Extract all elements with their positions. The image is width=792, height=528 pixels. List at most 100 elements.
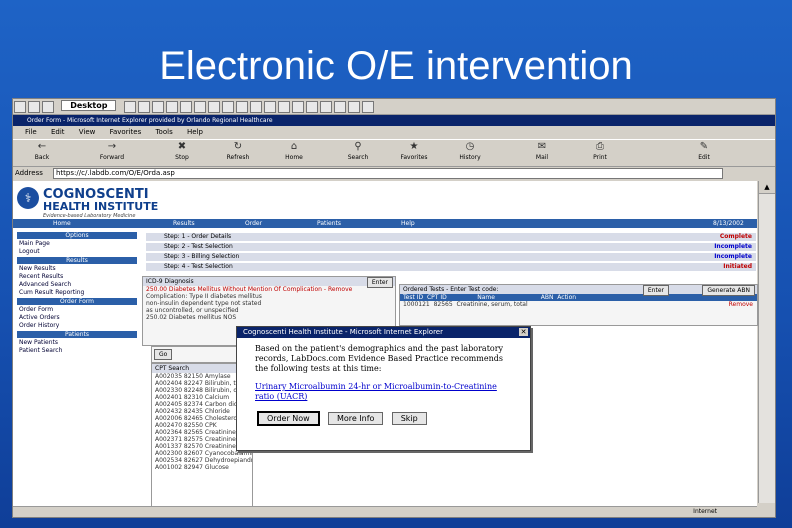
- scroll-up-icon[interactable]: ▲: [759, 181, 775, 194]
- app-icon[interactable]: [319, 101, 332, 113]
- print-icon: ⎙: [596, 141, 604, 152]
- favorites-button[interactable]: ★ Favorites: [397, 141, 431, 162]
- vertical-scrollbar[interactable]: ▲: [758, 181, 775, 503]
- sidebar-item-cum-result[interactable]: Cum Result Reporting: [13, 289, 141, 297]
- nav-results[interactable]: Results: [173, 219, 195, 228]
- sidebar-section-options: Options: [17, 232, 137, 239]
- back-arrow-icon: ←: [37, 141, 47, 152]
- site-logo[interactable]: ⚕ COGNOSCENTI HEALTH INSTITUTE Evidence-…: [17, 187, 317, 219]
- menu-bar: File Edit View Favorites Tools Help: [13, 127, 775, 138]
- sidebar-item-new-patients[interactable]: New Patients: [13, 339, 141, 347]
- search-button[interactable]: ⚲ Search: [341, 141, 375, 162]
- home-icon: ⌂: [290, 141, 298, 152]
- recommended-test-link[interactable]: Urinary Microalbumin 24-hr or Microalbum…: [237, 374, 530, 402]
- dx-line[interactable]: 250.00 Diabetes Mellitus Without Mention…: [143, 286, 395, 293]
- app-icon[interactable]: [361, 101, 374, 113]
- sidebar-item-advanced-search[interactable]: Advanced Search: [13, 281, 141, 289]
- folder-icon[interactable]: [28, 101, 40, 113]
- desktop-button[interactable]: Desktop: [61, 100, 117, 111]
- step-row[interactable]: Step: 3 - Billing Selection Incomplete: [146, 253, 756, 261]
- app-icon[interactable]: [207, 101, 220, 113]
- app-icon[interactable]: [179, 101, 192, 113]
- sidebar-item-new-results[interactable]: New Results: [13, 265, 141, 273]
- stop-icon: ✖: [177, 141, 187, 152]
- app-icon[interactable]: [151, 101, 164, 113]
- app-icon[interactable]: [333, 101, 346, 113]
- close-icon[interactable]: ✕: [519, 328, 528, 336]
- nav-order[interactable]: Order: [245, 219, 262, 228]
- edit-button[interactable]: ✎ Edit: [687, 142, 721, 162]
- forward-arrow-icon: →: [107, 141, 117, 152]
- app-icon[interactable]: [221, 101, 234, 113]
- menu-help[interactable]: Help: [187, 128, 203, 136]
- skip-button[interactable]: Skip: [391, 412, 427, 425]
- sidebar-item-patient-search[interactable]: Patient Search: [13, 347, 141, 355]
- nav-home[interactable]: Home: [53, 219, 71, 228]
- order-steps: Step: 1 - Order Details Complete Step: 2 …: [146, 233, 756, 273]
- print-button[interactable]: ⎙ Print: [583, 141, 617, 162]
- app-icon[interactable]: [235, 101, 248, 113]
- step-row[interactable]: Step: 2 - Test Selection Incomplete: [146, 243, 756, 251]
- app-icon[interactable]: [263, 101, 276, 113]
- windows-taskbar: Desktop: [13, 99, 775, 115]
- app-icon[interactable]: [137, 101, 150, 113]
- start-icon[interactable]: [14, 101, 26, 113]
- list-item[interactable]: A001002 82947 Glucose: [152, 464, 252, 471]
- nav-help[interactable]: Help: [401, 219, 415, 228]
- dx-line: as uncontrolled, or unspecified: [146, 307, 239, 314]
- status-bar: Internet: [13, 506, 757, 517]
- sidebar-item-logout[interactable]: Logout: [13, 248, 141, 256]
- cpt-search-box: Go: [151, 346, 249, 363]
- app-icon[interactable]: [305, 101, 318, 113]
- app-icon[interactable]: [291, 101, 304, 113]
- sidebar-item-active-orders[interactable]: Active Orders: [13, 314, 141, 322]
- app-icon[interactable]: [249, 101, 262, 113]
- sidebar-item-recent-results[interactable]: Recent Results: [13, 273, 141, 281]
- app-icon[interactable]: [193, 101, 206, 113]
- generate-abn-button[interactable]: Generate ABN: [702, 285, 755, 296]
- back-button[interactable]: ← Back: [25, 141, 59, 162]
- home-button[interactable]: ⌂ Home: [277, 141, 311, 162]
- site-nav: Home Results Order Patients Help 8/13/20…: [13, 219, 757, 228]
- address-label: Address: [15, 169, 43, 177]
- ordered-tests-panel: Ordered Tests - Enter Test code: Enter G…: [399, 284, 758, 326]
- forward-button[interactable]: → Forward: [95, 141, 129, 162]
- sidebar-item-order-form[interactable]: Order Form: [13, 306, 141, 314]
- refresh-button[interactable]: ↻ Refresh: [221, 142, 255, 162]
- app-icon[interactable]: [123, 101, 136, 113]
- left-sidebar: Options Main Page Logout Results New Res…: [13, 231, 141, 501]
- dx-line: 250.02 Diabetes mellitus NOS: [146, 314, 237, 321]
- step-row[interactable]: Step: 4 - Test Selection Initiated: [146, 263, 756, 271]
- app-icon[interactable]: [277, 101, 290, 113]
- sidebar-section-patients: Patients: [17, 331, 137, 338]
- dialog-buttons: Order Now More Info Skip: [257, 411, 433, 426]
- address-input[interactable]: https://c/.labdb.com/O/E/Orda.asp: [53, 168, 723, 179]
- test-enter-button[interactable]: Enter: [642, 285, 669, 296]
- menu-file[interactable]: File: [25, 128, 37, 136]
- search-icon: ⚲: [354, 141, 362, 152]
- favorites-icon: ★: [409, 141, 419, 152]
- app-icon[interactable]: [165, 101, 178, 113]
- history-button[interactable]: ◷ History: [453, 142, 487, 162]
- app-icon[interactable]: [42, 101, 54, 113]
- menu-tools[interactable]: Tools: [155, 128, 172, 136]
- sidebar-item-main-page[interactable]: Main Page: [13, 240, 141, 248]
- cpt-search-go[interactable]: Go: [154, 349, 173, 360]
- list-item[interactable]: A002300 82607 Cyanocobalamin (Vitamin B-…: [152, 450, 252, 457]
- order-now-button[interactable]: Order Now: [257, 411, 320, 426]
- table-row[interactable]: 1000121 82565 Creatinine, serum, total R…: [400, 301, 757, 308]
- mail-button[interactable]: ✉ Mail: [525, 142, 559, 162]
- menu-view[interactable]: View: [79, 128, 96, 136]
- list-item[interactable]: A002534 82627 Dehydroepiandrosterone sul…: [152, 457, 252, 464]
- more-info-button[interactable]: More Info: [327, 412, 384, 425]
- nav-patients[interactable]: Patients: [317, 219, 341, 228]
- window-titlebar: Order Form - Microsoft Internet Explorer…: [13, 115, 775, 126]
- stop-button[interactable]: ✖ Stop: [165, 141, 199, 162]
- app-icon[interactable]: [347, 101, 360, 113]
- menu-edit[interactable]: Edit: [51, 128, 65, 136]
- menu-favorites[interactable]: Favorites: [110, 128, 142, 136]
- dx-enter-button[interactable]: Enter: [366, 277, 393, 288]
- remove-test-link[interactable]: Remove: [729, 301, 753, 308]
- sidebar-item-order-history[interactable]: Order History: [13, 322, 141, 330]
- step-row[interactable]: Step: 1 - Order Details Complete: [146, 233, 756, 241]
